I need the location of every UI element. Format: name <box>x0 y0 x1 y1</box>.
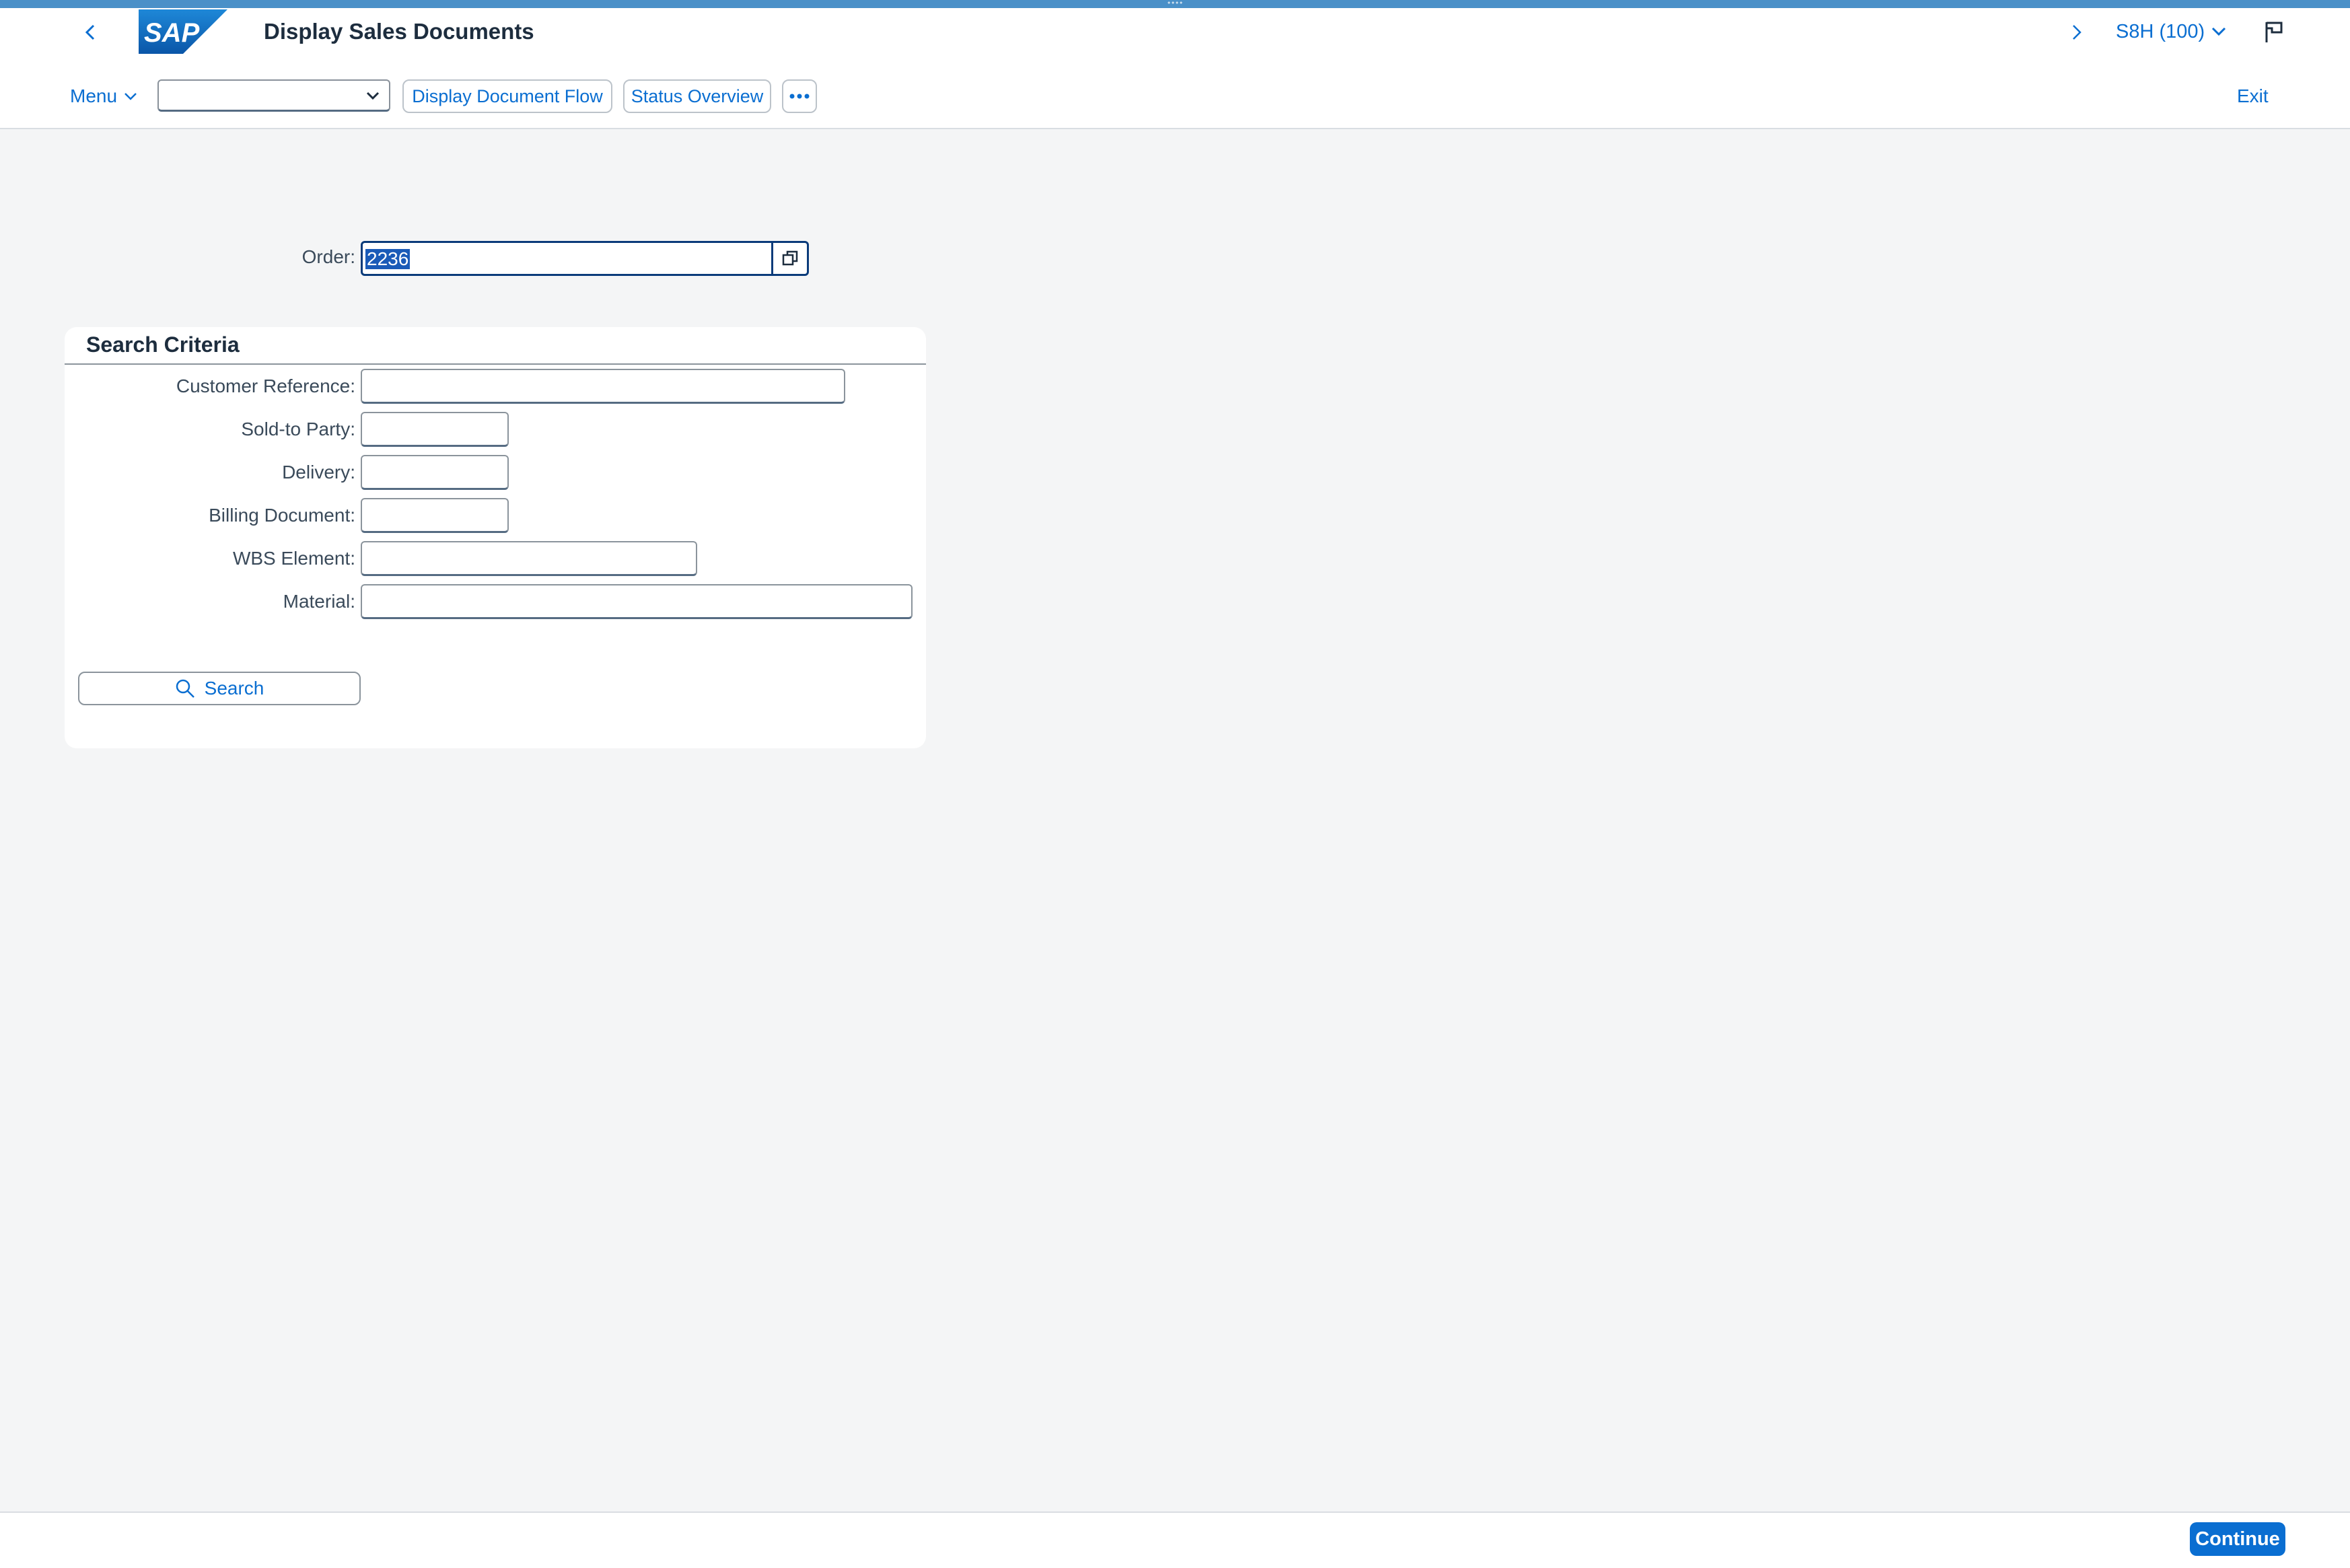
chevron-down-icon <box>366 92 380 100</box>
sold-to-party-input[interactable] <box>361 412 509 447</box>
order-label: Order: <box>301 246 355 267</box>
order-input[interactable]: 2236 <box>361 241 809 276</box>
system-selector[interactable]: S8H (100) <box>2116 17 2226 46</box>
value-help-button[interactable] <box>771 243 807 274</box>
continue-button[interactable]: Continue <box>2190 1522 2285 1556</box>
chevron-down-icon <box>2212 27 2226 36</box>
delivery-label: Delivery: <box>282 462 355 483</box>
chevron-right-icon <box>2073 25 2081 40</box>
sap-logo[interactable]: SAP <box>139 9 227 54</box>
resize-grip[interactable] <box>1167 1 1183 4</box>
sold-to-party-label: Sold-to Party: <box>241 419 355 439</box>
wbs-element-input[interactable] <box>361 541 697 576</box>
chevron-down-icon <box>124 93 137 100</box>
search-button-label: Search <box>204 678 264 699</box>
status-overview-button[interactable]: Status Overview <box>623 79 771 113</box>
menu-button[interactable]: Menu <box>70 79 137 113</box>
billing-document-input[interactable] <box>361 498 509 533</box>
back-button[interactable] <box>75 17 105 47</box>
search-button[interactable]: Search <box>78 672 361 705</box>
search-icon <box>176 679 194 698</box>
order-value: 2236 <box>365 248 411 269</box>
system-label: S8H (100) <box>2116 20 2205 42</box>
delivery-input[interactable] <box>361 455 509 490</box>
customer-reference-label: Customer Reference: <box>176 376 355 396</box>
forward-button[interactable] <box>2063 17 2090 47</box>
billing-document-label: Billing Document: <box>209 505 355 526</box>
display-document-flow-button[interactable]: Display Document Flow <box>402 79 612 113</box>
overflow-icon <box>789 94 810 99</box>
menu-label: Menu <box>70 85 118 106</box>
command-dropdown[interactable] <box>157 79 390 112</box>
material-label: Material: <box>283 591 355 612</box>
wbs-element-label: WBS Element: <box>232 548 355 569</box>
more-actions-button[interactable] <box>782 79 817 113</box>
customer-reference-input[interactable] <box>361 369 845 404</box>
search-criteria-title: Search Criteria <box>86 332 240 357</box>
footer-bar <box>0 1511 2350 1568</box>
chevron-left-icon <box>85 24 95 40</box>
page-title: Display Sales Documents <box>264 19 534 44</box>
panel-divider <box>65 363 926 365</box>
material-input[interactable] <box>361 584 913 619</box>
logo-text: SAP <box>144 18 200 48</box>
flag-icon-button[interactable] <box>2260 16 2289 48</box>
flag-icon <box>2265 22 2283 42</box>
exit-button[interactable]: Exit <box>2237 79 2269 113</box>
value-help-icon <box>782 250 798 266</box>
